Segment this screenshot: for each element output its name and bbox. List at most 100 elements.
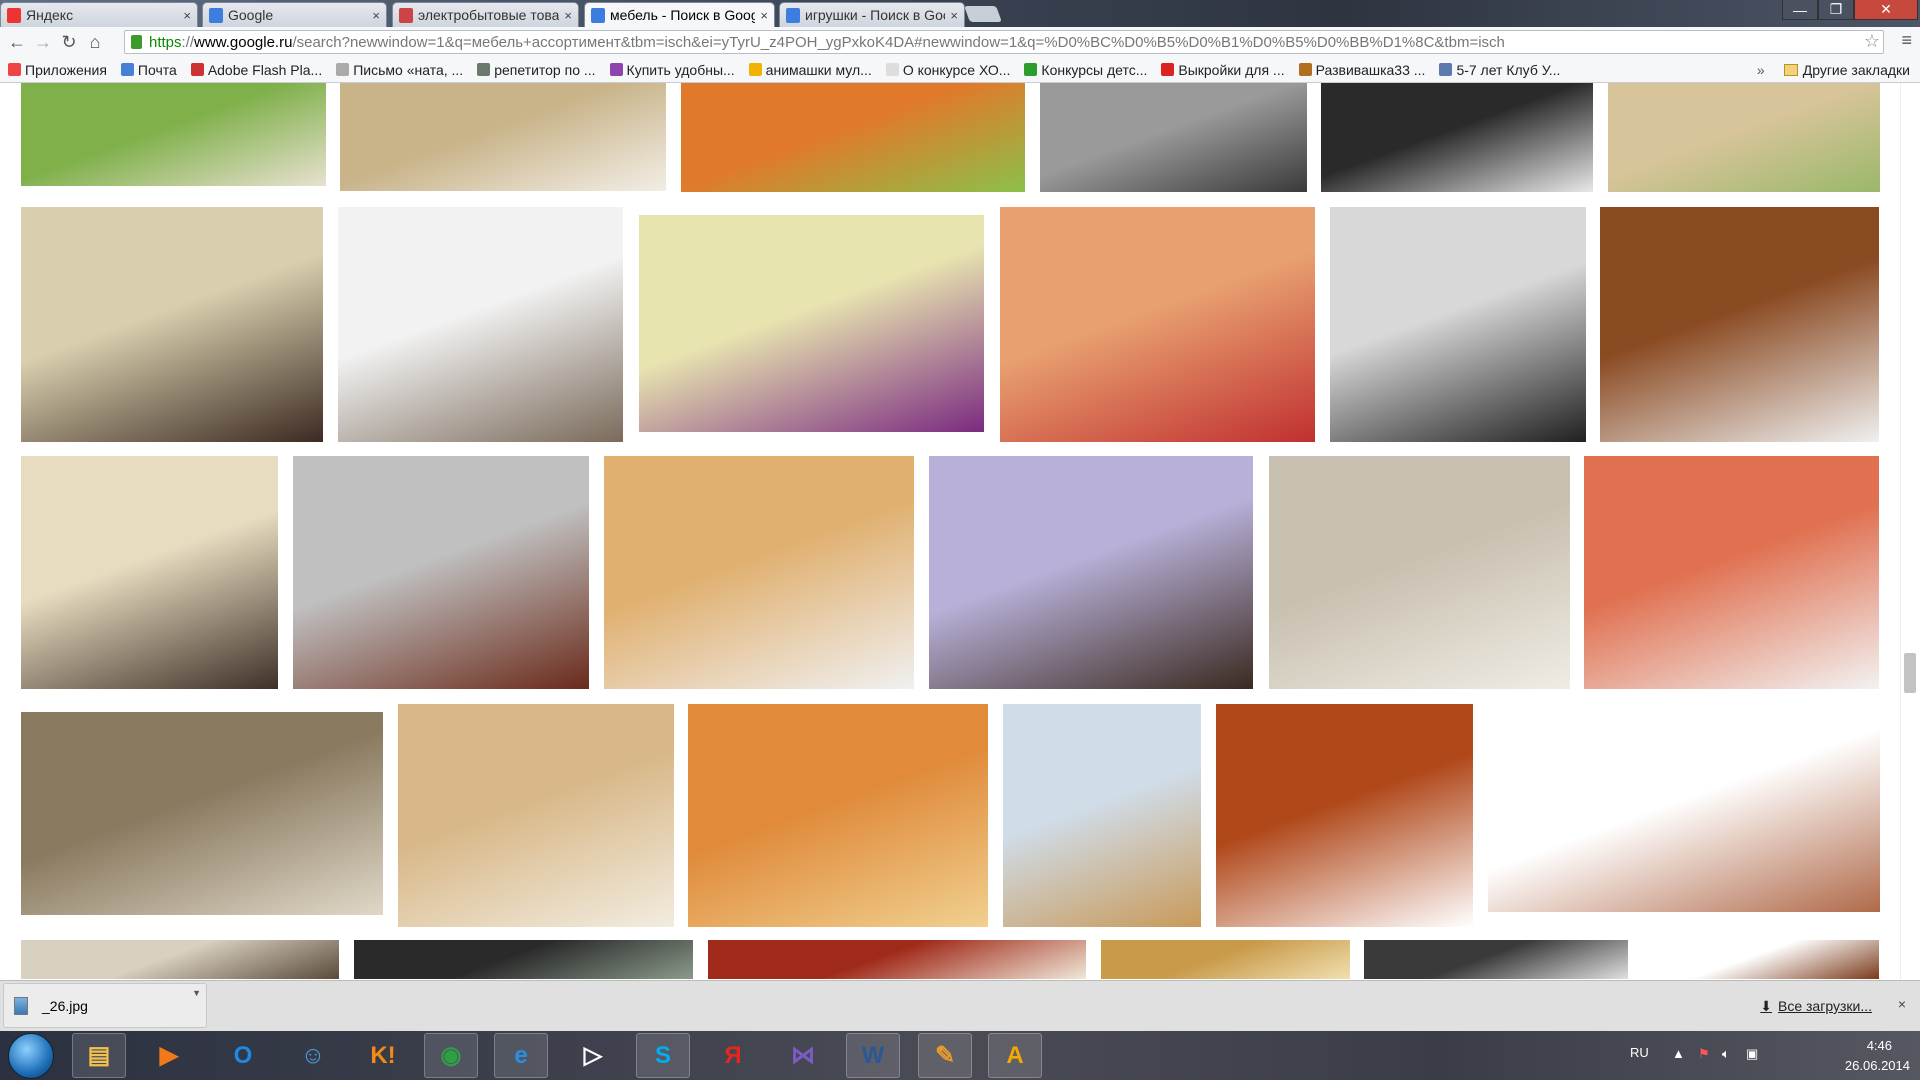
back-button[interactable]: ←	[4, 32, 30, 53]
show-hidden-icons-icon[interactable]: ▲	[1672, 1046, 1685, 1061]
close-tab-icon[interactable]: ×	[950, 8, 958, 23]
bookmark-label: 5-7 лет Клуб У...	[1456, 61, 1561, 78]
image-result-thumbnail[interactable]	[340, 83, 666, 191]
chrome-taskbar-icon[interactable]: ◉	[424, 1033, 478, 1078]
tab-2[interactable]: электробытовые товары ×	[392, 2, 579, 27]
tab-0[interactable]: Яндекс ×	[0, 2, 198, 27]
image-result-thumbnail[interactable]	[354, 940, 693, 979]
bookmark-item[interactable]: анимашки мул...	[748, 62, 872, 78]
reload-button[interactable]: ↻	[56, 32, 82, 53]
image-result-thumbnail[interactable]	[639, 215, 984, 432]
all-downloads-link[interactable]: ⬇ Все загрузки...	[1760, 998, 1872, 1015]
image-result-thumbnail[interactable]	[688, 704, 988, 927]
bookmark-item[interactable]: Приложения	[8, 62, 107, 78]
image-result-thumbnail[interactable]	[21, 712, 383, 915]
image-result-thumbnail[interactable]	[1101, 940, 1350, 979]
word-taskbar-icon[interactable]: W	[846, 1033, 900, 1078]
skype-taskbar-icon[interactable]: S	[636, 1033, 690, 1078]
bookmark-item[interactable]: Почта	[120, 62, 177, 78]
bookmark-label: Приложения	[25, 61, 107, 78]
image-result-thumbnail[interactable]	[929, 456, 1253, 689]
image-result-thumbnail[interactable]	[1000, 207, 1315, 442]
close-tab-icon[interactable]: ×	[760, 8, 768, 23]
image-result-thumbnail[interactable]	[21, 456, 278, 689]
media-player-taskbar-icon[interactable]: ▶	[142, 1033, 196, 1078]
image-result-thumbnail[interactable]	[1216, 704, 1473, 927]
home-button[interactable]: ⌂	[82, 32, 108, 53]
image-result-thumbnail[interactable]	[681, 83, 1025, 192]
action-center-flag-icon[interactable]: ⚑	[1698, 1046, 1710, 1062]
image-result-thumbnail[interactable]	[1040, 83, 1307, 192]
bookmark-item[interactable]: Купить удобны...	[609, 62, 735, 78]
minimize-button[interactable]: —	[1782, 0, 1818, 20]
menu-icon[interactable]: ≡	[1901, 30, 1912, 51]
close-window-button[interactable]: ✕	[1854, 0, 1918, 20]
scrollbar[interactable]	[1900, 83, 1920, 980]
tab-4[interactable]: игрушки - Поиск в Google ×	[779, 2, 965, 27]
yandex-browser-taskbar-icon[interactable]: Я	[706, 1033, 760, 1078]
close-tab-icon[interactable]: ×	[372, 8, 380, 23]
image-results-grid	[0, 83, 1920, 980]
bookmark-item[interactable]: Выкройки для ...	[1161, 62, 1285, 78]
close-tab-icon[interactable]: ×	[183, 8, 191, 23]
image-result-thumbnail[interactable]	[1364, 940, 1628, 979]
image-result-thumbnail[interactable]	[1608, 83, 1880, 192]
image-result-thumbnail[interactable]	[338, 207, 623, 442]
image-result-thumbnail[interactable]	[293, 456, 589, 689]
forward-button[interactable]: →	[30, 32, 56, 53]
image-result-thumbnail[interactable]	[604, 456, 914, 689]
image-result-thumbnail[interactable]	[1003, 704, 1201, 927]
tab-1[interactable]: Google ×	[202, 2, 387, 27]
image-result-thumbnail[interactable]	[21, 207, 323, 442]
internet-explorer-taskbar-icon[interactable]: e	[494, 1033, 548, 1078]
bookmark-item[interactable]: Конкурсы детс...	[1024, 62, 1147, 78]
bookmark-item[interactable]: Развивашка33 ...	[1298, 62, 1425, 78]
tab-3[interactable]: мебель - Поиск в Google ×	[584, 2, 775, 27]
network-icon[interactable]: ▣	[1746, 1046, 1758, 1062]
odnoklassniki-taskbar-icon[interactable]: K!	[356, 1033, 410, 1078]
image-result-thumbnail[interactable]	[398, 704, 674, 927]
image-result-thumbnail[interactable]	[21, 940, 339, 979]
bookmarks-overflow-button[interactable]: »	[1757, 62, 1765, 78]
language-indicator[interactable]: RU	[1630, 1045, 1649, 1060]
bookmark-star-icon[interactable]: ☆	[1864, 31, 1880, 52]
address-bar[interactable]: https://www.google.ru/search?newwindow=1…	[124, 30, 1884, 54]
download-item[interactable]: _26.jpg ▼	[3, 983, 207, 1028]
bookmark-item[interactable]: О конкурсе ХО...	[885, 62, 1010, 78]
paint-app-taskbar-icon[interactable]: ✎	[918, 1033, 972, 1078]
bookmark-item[interactable]: репетитор по ...	[477, 62, 596, 78]
bookmark-item[interactable]: 5-7 лет Клуб У...	[1439, 62, 1560, 78]
opera-taskbar-icon[interactable]: O	[216, 1033, 270, 1078]
aimp-taskbar-icon[interactable]: A	[988, 1033, 1042, 1078]
chevron-down-icon[interactable]: ▼	[192, 988, 201, 998]
explorer-taskbar-icon[interactable]: ▤	[72, 1033, 126, 1078]
start-button[interactable]	[8, 1033, 54, 1079]
bookmark-item[interactable]: Письмо «ната, ...	[336, 62, 463, 78]
image-result-thumbnail[interactable]	[1321, 83, 1593, 192]
scrollbar-thumb[interactable]	[1904, 653, 1916, 693]
qip-taskbar-icon[interactable]: ☺	[286, 1033, 340, 1078]
image-result-thumbnail[interactable]	[1584, 456, 1879, 689]
clock-date[interactable]: 26.06.2014	[1845, 1058, 1910, 1073]
image-result-thumbnail[interactable]	[1269, 456, 1570, 689]
folder-icon	[1783, 64, 1798, 76]
close-downloads-bar-button[interactable]: ×	[1898, 996, 1906, 1012]
video-app-taskbar-icon[interactable]: ▷	[566, 1033, 620, 1078]
other-bookmarks-label: Другие закладки	[1802, 62, 1910, 78]
image-result-thumbnail[interactable]	[1600, 207, 1879, 442]
clock-time[interactable]: 4:46	[1867, 1038, 1892, 1053]
image-result-thumbnail[interactable]	[21, 83, 326, 186]
new-tab-button[interactable]	[964, 6, 1002, 22]
close-tab-icon[interactable]: ×	[564, 8, 572, 23]
bookmark-item[interactable]: Adobe Flash Pla...	[190, 61, 323, 78]
other-bookmarks[interactable]: » Другие закладки	[1757, 62, 1910, 78]
image-result-thumbnail[interactable]	[1643, 940, 1879, 979]
volume-icon[interactable]: 🔈︎	[1722, 1046, 1730, 1062]
visual-studio-taskbar-icon[interactable]: ⋈	[776, 1033, 830, 1078]
maximize-button[interactable]: ❐	[1818, 0, 1854, 20]
image-result-thumbnail[interactable]	[1330, 207, 1586, 442]
image-icon	[399, 7, 413, 23]
image-result-thumbnail[interactable]	[708, 940, 1086, 979]
bookmark-label: Adobe Flash Pla...	[207, 61, 323, 78]
image-result-thumbnail[interactable]	[1488, 719, 1880, 912]
